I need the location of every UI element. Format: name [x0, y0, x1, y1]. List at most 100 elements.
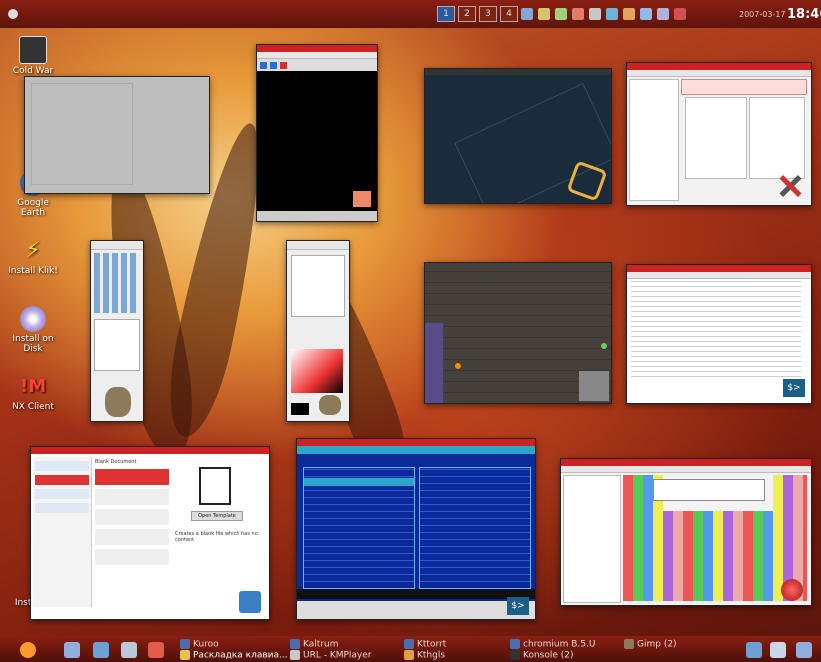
terminal-output[interactable] [631, 281, 801, 381]
pager-desktop-2[interactable]: 2 [458, 6, 476, 22]
gimp-mascot-icon [105, 387, 131, 417]
window-titlebar [31, 447, 269, 454]
template-sidebar[interactable] [33, 457, 92, 607]
pager-desktop-1[interactable]: 1 [437, 6, 455, 22]
taskbar-item-kuroo[interactable]: Kuroo [180, 639, 219, 650]
sidebar-item[interactable] [35, 489, 89, 499]
show-desktop-icon[interactable] [746, 642, 762, 658]
taskbar-item-konsole[interactable]: Konsole (2) [510, 650, 574, 661]
disk-icon [20, 306, 46, 332]
mc-command-line[interactable] [297, 589, 535, 599]
kaltrum-icon [290, 639, 300, 649]
cold-war-icon [19, 36, 47, 64]
desktop-icon-label: NX Client [12, 402, 54, 412]
desktop-icon-install-klik[interactable]: ⚡ Install Klik! [4, 238, 62, 276]
pager-desktop-4[interactable]: 4 [500, 6, 518, 22]
template-item-selected[interactable] [95, 469, 169, 485]
window-thumbnail-game[interactable] [424, 262, 612, 404]
open-template-button[interactable]: Open Template [191, 511, 243, 521]
window-thumbnail-periodic-table[interactable] [560, 458, 812, 606]
window-menubar [287, 241, 349, 250]
mc-right-panel[interactable] [419, 467, 531, 589]
power-icon[interactable] [674, 8, 686, 20]
tab-bar[interactable] [681, 79, 807, 95]
save-icon[interactable] [770, 642, 786, 658]
screen-icon[interactable] [657, 8, 669, 20]
tree-view[interactable] [629, 79, 679, 201]
battery-icon[interactable] [623, 8, 635, 20]
volume-icon[interactable] [538, 8, 550, 20]
window-thumbnail-gimp-dock[interactable] [286, 240, 350, 422]
color-selector[interactable] [291, 349, 343, 393]
template-list[interactable] [95, 469, 169, 599]
clipboard-icon[interactable] [589, 8, 601, 20]
gimp-mascot-icon [319, 395, 341, 415]
desktop-icon-install-disk[interactable]: Install on Disk [4, 306, 62, 354]
window-titlebar [627, 265, 811, 272]
clock-date: 2007-03-17 [739, 10, 786, 19]
taskbar-item-gimp[interactable]: Gimp (2) [624, 639, 677, 650]
terminal-launcher-icon[interactable] [148, 642, 164, 658]
window-thumbnail-terminal[interactable]: $> [626, 264, 812, 404]
template-item[interactable] [95, 549, 169, 565]
keyboard-layout-icon[interactable] [640, 8, 652, 20]
menu-dot-icon[interactable] [8, 9, 18, 19]
keyboard-icon [180, 650, 190, 660]
stop-icon[interactable] [280, 61, 287, 69]
desktop-icon[interactable] [64, 642, 80, 658]
window-thumbnail-media-player[interactable] [256, 44, 378, 222]
window-thumbnail-blank[interactable] [24, 76, 210, 194]
sidebar-item-selected[interactable] [35, 475, 89, 485]
document-icon [199, 467, 231, 505]
taskbar-item-label: chromium B.5.U [523, 639, 596, 650]
play-icon[interactable] [260, 61, 267, 69]
minimap [579, 371, 609, 401]
mc-left-panel[interactable] [303, 467, 415, 589]
window-thumbnail-midnight-commander[interactable]: $> [296, 438, 536, 620]
gimp-icon [624, 639, 634, 649]
taskbar-item-kaltrum[interactable]: Kaltrum [290, 639, 338, 650]
kmenu-icon[interactable] [20, 642, 36, 658]
fg-color-swatch[interactable] [291, 403, 309, 415]
list-pane[interactable] [685, 97, 747, 179]
window-menubar [627, 70, 811, 77]
taskbar-item-ktorrent[interactable]: Kttorrt [404, 639, 446, 650]
window-titlebar [257, 45, 377, 52]
pause-icon[interactable] [270, 61, 277, 69]
mc-cursor-row[interactable] [304, 478, 414, 486]
element-info-pane[interactable] [563, 475, 621, 603]
bluetooth-icon[interactable] [606, 8, 618, 20]
alert-icon[interactable] [572, 8, 584, 20]
taskbar-item-chromium[interactable]: chromium B.5.U [510, 639, 595, 650]
options-pane[interactable] [749, 97, 805, 179]
taskbar-item-app[interactable]: Kthgls [404, 650, 445, 661]
window-thumbnail-gimp-toolbox[interactable] [90, 240, 144, 422]
window-thumbnail-package-manager[interactable] [626, 62, 812, 206]
template-item[interactable] [95, 489, 169, 505]
pager-desktop-3[interactable]: 3 [479, 6, 497, 22]
window-list-icon[interactable] [796, 642, 812, 658]
template-item[interactable] [95, 529, 169, 545]
tool-grid[interactable] [94, 253, 138, 313]
sidebar-item[interactable] [35, 503, 89, 513]
update-icon[interactable] [555, 8, 567, 20]
desktop-icon-nx-client[interactable]: !M NX Client [4, 374, 62, 412]
window-menubar [91, 241, 143, 250]
template-item[interactable] [95, 509, 169, 525]
desktop-icon-cold-war[interactable]: Cold War [4, 36, 62, 76]
pen-icon [239, 591, 261, 613]
clock-time[interactable]: 18:46 [787, 7, 821, 22]
layers-pane[interactable] [291, 255, 345, 317]
window-thumbnail-star-map[interactable] [424, 68, 612, 204]
taskbar-item-kmplayer[interactable]: URL - KMPlayer [290, 650, 372, 661]
window-menubar [257, 52, 377, 59]
browser-icon[interactable] [121, 642, 137, 658]
sidebar-item[interactable] [35, 461, 89, 471]
atom-icon [781, 579, 803, 601]
player-statusbar [257, 211, 377, 221]
network-icon[interactable] [521, 8, 533, 20]
taskbar-item-keyboard[interactable]: Раскладка клавиа... [180, 650, 288, 661]
bottom-taskbar: Kuroo Раскладка клавиа... Kaltrum URL - … [0, 636, 821, 662]
home-icon[interactable] [93, 642, 109, 658]
window-thumbnail-office-templates[interactable]: Blank Document Open Template Creates a b… [30, 446, 270, 620]
